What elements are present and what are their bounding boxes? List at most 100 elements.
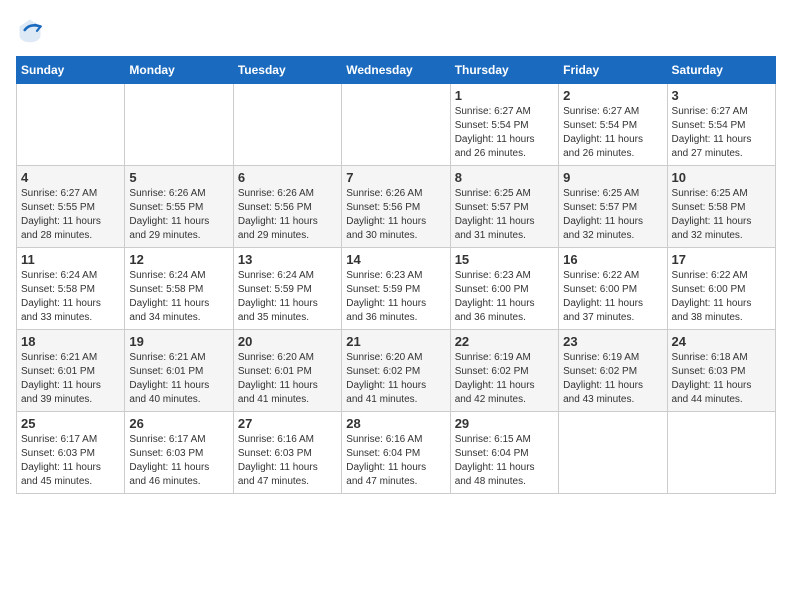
day-number: 29 (455, 416, 554, 431)
day-number: 13 (238, 252, 337, 267)
day-number: 16 (563, 252, 662, 267)
day-cell: 16Sunrise: 6:22 AM Sunset: 6:00 PM Dayli… (559, 248, 667, 330)
day-info: Sunrise: 6:27 AM Sunset: 5:54 PM Dayligh… (672, 105, 771, 161)
day-cell: 8Sunrise: 6:25 AM Sunset: 5:57 PM Daylig… (450, 166, 558, 248)
day-info: Sunrise: 6:19 AM Sunset: 6:02 PM Dayligh… (563, 351, 662, 407)
day-cell: 6 Sunrise: 6:26 AM Sunset: 5:56 PM Daylig… (233, 166, 341, 248)
weekday-header-wednesday: Wednesday (342, 57, 450, 84)
day-info: Sunrise: 6:24 AM Sunset: 5:58 PM Dayligh… (129, 269, 228, 325)
day-number: 11 (21, 252, 120, 267)
week-row-3: 11 Sunrise: 6:24 AM Sunset: 5:58 PM Dayli… (17, 248, 776, 330)
day-cell (559, 412, 667, 494)
day-cell: 9 Sunrise: 6:25 AM Sunset: 5:57 PM Daylig… (559, 166, 667, 248)
day-info: Sunrise: 6:21 AM Sunset: 6:01 PM Dayligh… (129, 351, 228, 407)
calendar-body: 1 Sunrise: 6:27 AM Sunset: 5:54 PM Daylig… (17, 84, 776, 494)
day-info: Sunrise: 6:27 AM Sunset: 5:55 PM Dayligh… (21, 187, 120, 243)
day-number: 18 (21, 334, 120, 349)
day-cell: 3 Sunrise: 6:27 AM Sunset: 5:54 PM Daylig… (667, 84, 775, 166)
day-number: 2 (563, 88, 662, 103)
day-cell: 27Sunrise: 6:16 AM Sunset: 6:03 PM Dayli… (233, 412, 341, 494)
day-cell: 12 Sunrise: 6:24 AM Sunset: 5:58 PM Dayli… (125, 248, 233, 330)
day-info: Sunrise: 6:17 AM Sunset: 6:03 PM Dayligh… (21, 433, 120, 489)
day-cell: 29 Sunrise: 6:15 AM Sunset: 6:04 PM Dayli… (450, 412, 558, 494)
day-info: Sunrise: 6:24 AM Sunset: 5:58 PM Dayligh… (21, 269, 120, 325)
day-info: Sunrise: 6:18 AM Sunset: 6:03 PM Dayligh… (672, 351, 771, 407)
day-number: 19 (129, 334, 228, 349)
day-info: Sunrise: 6:26 AM Sunset: 5:55 PM Dayligh… (129, 187, 228, 243)
day-number: 8 (455, 170, 554, 185)
day-info: Sunrise: 6:23 AM Sunset: 5:59 PM Dayligh… (346, 269, 445, 325)
day-number: 7 (346, 170, 445, 185)
day-number: 26 (129, 416, 228, 431)
day-cell: 10Sunrise: 6:25 AM Sunset: 5:58 PM Dayli… (667, 166, 775, 248)
day-info: Sunrise: 6:21 AM Sunset: 6:01 PM Dayligh… (21, 351, 120, 407)
weekday-header-tuesday: Tuesday (233, 57, 341, 84)
day-info: Sunrise: 6:25 AM Sunset: 5:58 PM Dayligh… (672, 187, 771, 243)
day-number: 28 (346, 416, 445, 431)
weekday-header-monday: Monday (125, 57, 233, 84)
calendar-table: SundayMondayTuesdayWednesdayThursdayFrid… (16, 56, 776, 494)
day-number: 15 (455, 252, 554, 267)
weekday-header-thursday: Thursday (450, 57, 558, 84)
day-number: 12 (129, 252, 228, 267)
day-cell: 1 Sunrise: 6:27 AM Sunset: 5:54 PM Daylig… (450, 84, 558, 166)
day-cell: 23 Sunrise: 6:19 AM Sunset: 6:02 PM Dayli… (559, 330, 667, 412)
day-number: 24 (672, 334, 771, 349)
day-cell: 26 Sunrise: 6:17 AM Sunset: 6:03 PM Dayli… (125, 412, 233, 494)
day-cell: 5Sunrise: 6:26 AM Sunset: 5:55 PM Daylig… (125, 166, 233, 248)
week-row-4: 18 Sunrise: 6:21 AM Sunset: 6:01 PM Dayli… (17, 330, 776, 412)
logo-icon (16, 16, 44, 44)
day-number: 1 (455, 88, 554, 103)
day-cell (342, 84, 450, 166)
day-info: Sunrise: 6:16 AM Sunset: 6:04 PM Dayligh… (346, 433, 445, 489)
day-info: Sunrise: 6:27 AM Sunset: 5:54 PM Dayligh… (563, 105, 662, 161)
day-cell: 4 Sunrise: 6:27 AM Sunset: 5:55 PM Daylig… (17, 166, 125, 248)
day-number: 22 (455, 334, 554, 349)
day-cell: 14 Sunrise: 6:23 AM Sunset: 5:59 PM Dayli… (342, 248, 450, 330)
day-cell: 11 Sunrise: 6:24 AM Sunset: 5:58 PM Dayli… (17, 248, 125, 330)
day-cell (667, 412, 775, 494)
day-cell (125, 84, 233, 166)
day-info: Sunrise: 6:23 AM Sunset: 6:00 PM Dayligh… (455, 269, 554, 325)
day-cell: 18 Sunrise: 6:21 AM Sunset: 6:01 PM Dayli… (17, 330, 125, 412)
day-info: Sunrise: 6:25 AM Sunset: 5:57 PM Dayligh… (563, 187, 662, 243)
day-cell: 25 Sunrise: 6:17 AM Sunset: 6:03 PM Dayli… (17, 412, 125, 494)
day-cell: 15 Sunrise: 6:23 AM Sunset: 6:00 PM Dayli… (450, 248, 558, 330)
day-cell: 21 Sunrise: 6:20 AM Sunset: 6:02 PM Dayli… (342, 330, 450, 412)
day-number: 4 (21, 170, 120, 185)
day-cell (233, 84, 341, 166)
day-cell: 22Sunrise: 6:19 AM Sunset: 6:02 PM Dayli… (450, 330, 558, 412)
day-number: 21 (346, 334, 445, 349)
day-cell: 20 Sunrise: 6:20 AM Sunset: 6:01 PM Dayli… (233, 330, 341, 412)
day-number: 23 (563, 334, 662, 349)
day-info: Sunrise: 6:22 AM Sunset: 6:00 PM Dayligh… (672, 269, 771, 325)
week-row-2: 4 Sunrise: 6:27 AM Sunset: 5:55 PM Daylig… (17, 166, 776, 248)
day-number: 6 (238, 170, 337, 185)
day-cell: 17 Sunrise: 6:22 AM Sunset: 6:00 PM Dayli… (667, 248, 775, 330)
day-cell: 19 Sunrise: 6:21 AM Sunset: 6:01 PM Dayli… (125, 330, 233, 412)
day-info: Sunrise: 6:15 AM Sunset: 6:04 PM Dayligh… (455, 433, 554, 489)
day-info: Sunrise: 6:27 AM Sunset: 5:54 PM Dayligh… (455, 105, 554, 161)
week-row-1: 1 Sunrise: 6:27 AM Sunset: 5:54 PM Daylig… (17, 84, 776, 166)
day-info: Sunrise: 6:20 AM Sunset: 6:01 PM Dayligh… (238, 351, 337, 407)
day-info: Sunrise: 6:26 AM Sunset: 5:56 PM Dayligh… (238, 187, 337, 243)
week-row-5: 25 Sunrise: 6:17 AM Sunset: 6:03 PM Dayli… (17, 412, 776, 494)
day-number: 27 (238, 416, 337, 431)
day-cell: 2 Sunrise: 6:27 AM Sunset: 5:54 PM Daylig… (559, 84, 667, 166)
day-number: 25 (21, 416, 120, 431)
weekday-header-saturday: Saturday (667, 57, 775, 84)
day-cell: 7Sunrise: 6:26 AM Sunset: 5:56 PM Daylig… (342, 166, 450, 248)
day-number: 14 (346, 252, 445, 267)
day-info: Sunrise: 6:17 AM Sunset: 6:03 PM Dayligh… (129, 433, 228, 489)
day-number: 17 (672, 252, 771, 267)
calendar-header: SundayMondayTuesdayWednesdayThursdayFrid… (17, 57, 776, 84)
day-cell: 13Sunrise: 6:24 AM Sunset: 5:59 PM Dayli… (233, 248, 341, 330)
day-info: Sunrise: 6:20 AM Sunset: 6:02 PM Dayligh… (346, 351, 445, 407)
day-cell (17, 84, 125, 166)
day-number: 20 (238, 334, 337, 349)
day-number: 9 (563, 170, 662, 185)
weekday-header-friday: Friday (559, 57, 667, 84)
day-cell: 28 Sunrise: 6:16 AM Sunset: 6:04 PM Dayli… (342, 412, 450, 494)
day-number: 3 (672, 88, 771, 103)
page-header (16, 16, 776, 44)
